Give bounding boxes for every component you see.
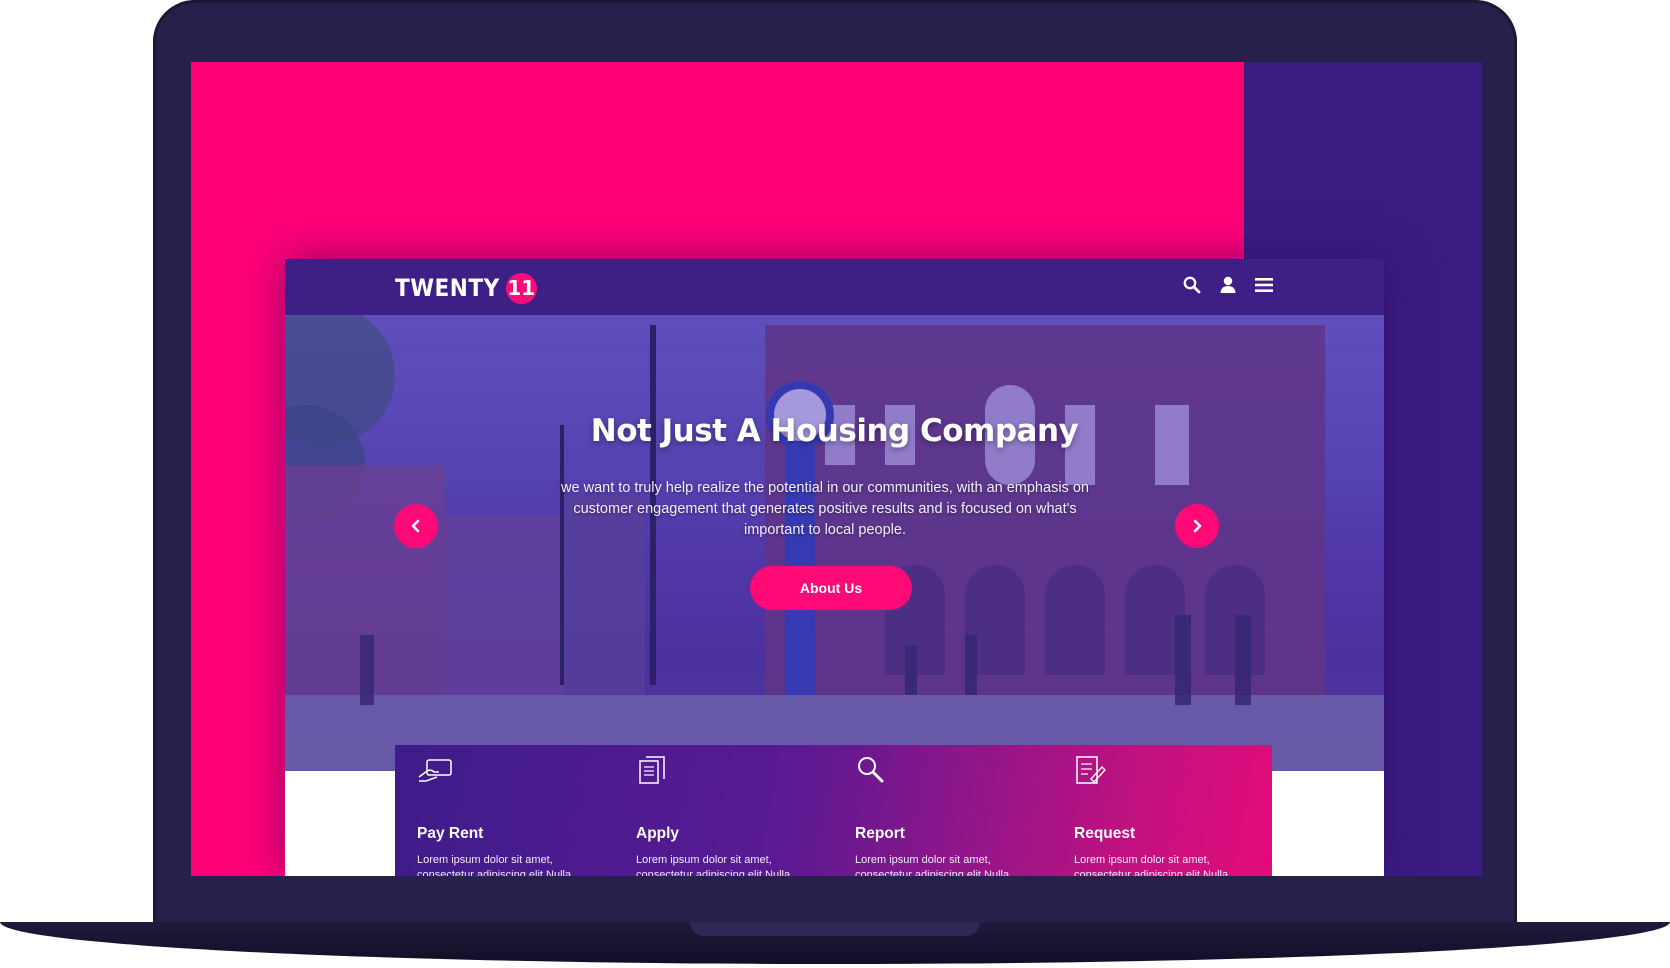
site-header: TWENTY 11 [285,259,1384,315]
service-description: Lorem ipsum dolor sit amet, consectetur … [636,854,791,876]
services-panel: Pay Rent Lorem ipsum dolor sit amet, con… [395,745,1272,876]
service-apply[interactable]: Apply Lorem ipsum dolor sit amet, consec… [614,745,833,876]
hero-description: we want to truly help realize the potent… [561,480,1089,538]
hero-background-image [285,315,1384,771]
hand-card-icon [418,759,452,782]
service-description: Lorem ipsum dolor sit amet, consectetur … [417,854,572,876]
service-title: Report [855,825,905,842]
service-request[interactable]: Request Lorem ipsum dolor sit amet, cons… [1052,745,1271,876]
user-icon[interactable] [1218,275,1238,295]
logo[interactable]: TWENTY 11 [395,272,537,304]
service-report[interactable]: Report Lorem ipsum dolor sit amet, conse… [833,745,1052,876]
decorative-pink-block [191,62,1244,259]
chevron-left-icon [411,519,420,533]
search-icon[interactable] [1182,275,1202,295]
menu-icon[interactable] [1254,275,1274,295]
hero-title: Not Just A Housing Company [590,413,1079,449]
logo-text: TWENTY [395,274,500,302]
carousel-next-button[interactable] [1175,504,1219,548]
magnifier-icon [858,757,884,783]
service-pay-rent[interactable]: Pay Rent Lorem ipsum dolor sit amet, con… [395,745,614,876]
website-mockup: TWENTY 11 Not Just A Housing Company we … [285,259,1384,876]
laptop-screen: TWENTY 11 Not Just A Housing Company we … [191,62,1482,876]
service-title: Pay Rent [417,825,484,842]
service-title: Request [1074,825,1136,842]
service-title: Apply [636,825,680,842]
hero-banner: Not Just A Housing Company we want to tr… [285,315,1384,771]
service-description: Lorem ipsum dolor sit amet, consectetur … [1074,854,1229,876]
chevron-right-icon [1193,519,1202,533]
form-edit-icon [1076,756,1106,784]
service-description: Lorem ipsum dolor sit amet, consectetur … [855,854,1010,876]
decorative-pink-strip [191,259,285,876]
documents-icon [639,756,665,784]
laptop-notch [690,922,980,936]
logo-badge: 11 [505,272,537,304]
carousel-prev-button[interactable] [394,504,438,548]
about-us-button[interactable]: About Us [750,566,912,610]
header-actions [1182,275,1274,295]
